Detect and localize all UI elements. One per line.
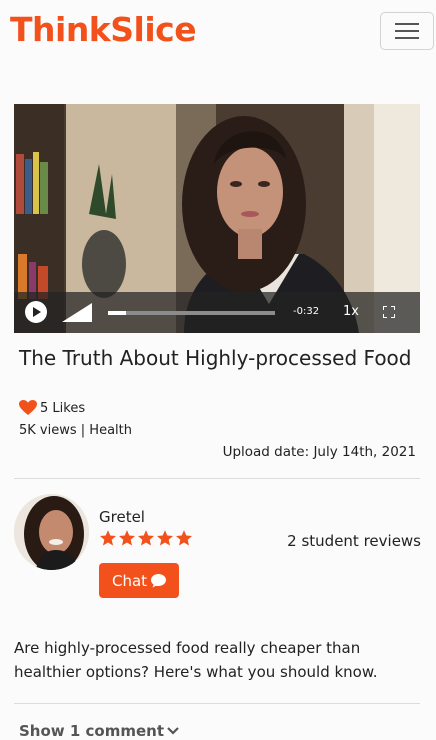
navbar: ThinkSlice (0, 0, 436, 66)
star-icon (157, 530, 173, 546)
show-comments-toggle[interactable]: Show 1 comment (19, 722, 179, 740)
brand-logo[interactable]: ThinkSlice (10, 10, 197, 49)
show-comments-label: Show 1 comment (19, 722, 165, 740)
star-icon (176, 530, 192, 546)
menu-toggle-button[interactable] (380, 12, 434, 50)
divider (14, 478, 420, 479)
play-icon[interactable] (25, 301, 47, 323)
category-label[interactable]: Health (89, 423, 132, 438)
reviews-link[interactable]: 2 student reviews (287, 532, 421, 550)
instructor-name[interactable]: Gretel (99, 508, 145, 526)
chevron-down-icon (167, 727, 179, 735)
video-player[interactable]: -0:32 1x (14, 104, 420, 333)
fullscreen-icon[interactable] (383, 306, 395, 318)
video-stats: 5K views | Health (19, 423, 132, 438)
avatar[interactable] (14, 494, 89, 570)
video-description: Are highly-processed food really cheaper… (14, 639, 378, 681)
star-icon (138, 530, 154, 546)
instructor-photo (14, 494, 89, 570)
playback-speed-button[interactable]: 1x (343, 304, 359, 319)
chat-button[interactable]: Chat (99, 563, 179, 598)
hamburger-menu-icon (395, 23, 419, 39)
star-icon (119, 530, 135, 546)
progress-bar[interactable] (108, 311, 275, 315)
time-remaining: -0:32 (293, 306, 320, 317)
rating-stars (99, 529, 193, 547)
progress-fill (108, 311, 127, 315)
video-controls: -0:32 1x (14, 292, 420, 333)
like-button[interactable]: 5 Likes (19, 400, 85, 416)
video-title: The Truth About Highly-processed Food (19, 346, 412, 370)
upload-date: Upload date: July 14th, 2021 (222, 444, 416, 460)
star-icon (100, 530, 116, 546)
views-count: 5K views (19, 423, 77, 438)
heart-icon (19, 400, 37, 415)
likes-count: 5 Likes (40, 400, 86, 416)
chat-bubble-icon (151, 573, 167, 587)
chat-button-label: Chat (111, 571, 148, 590)
divider (14, 703, 420, 704)
volume-icon[interactable] (62, 303, 92, 322)
